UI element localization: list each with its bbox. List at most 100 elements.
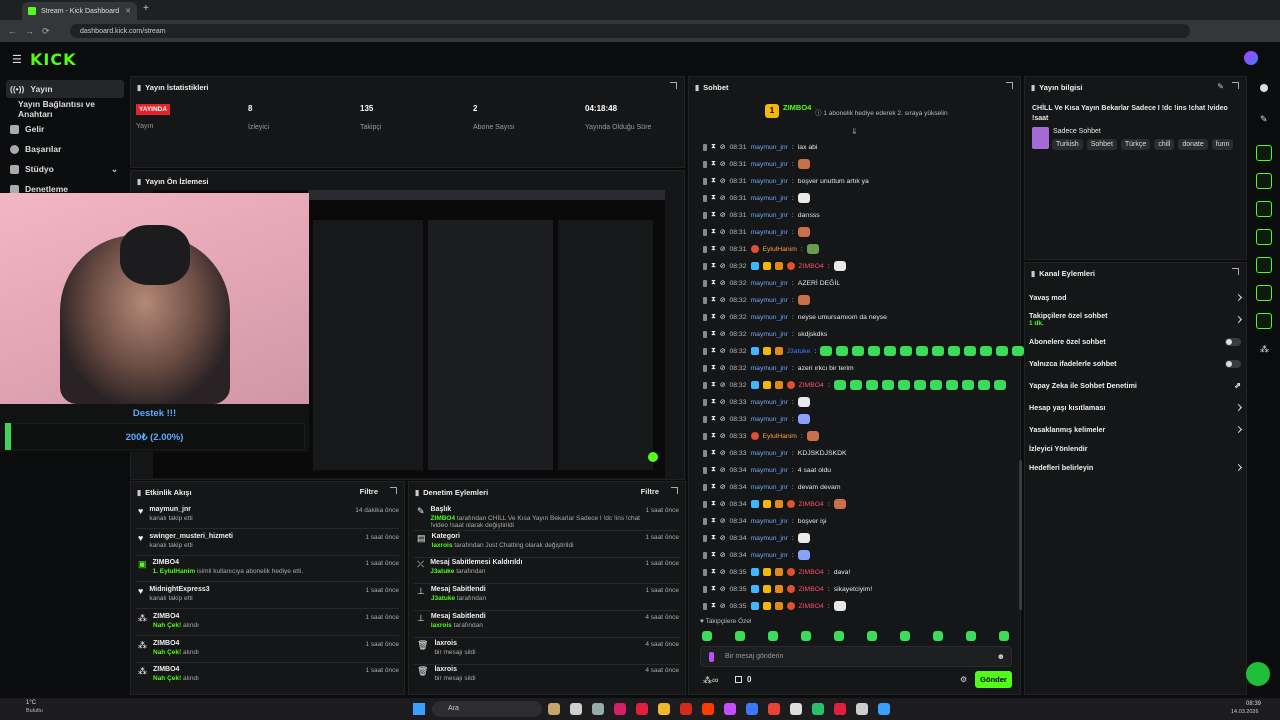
timeout-icon[interactable]: ⧗ xyxy=(711,551,716,559)
ban-icon[interactable]: ⊘ xyxy=(720,449,726,457)
new-tab-icon[interactable]: + xyxy=(143,3,149,14)
moderation-item[interactable]: ⊥ Mesaj Sabitlendi J3atuke tarafından xyxy=(417,586,657,602)
activity-item[interactable]: ▣ ZIMBO4 1. EylulHanim isimli kullanıcıya … xyxy=(138,559,303,575)
taskbar-app-icon[interactable] xyxy=(746,703,758,715)
timeout-icon[interactable]: ⧗ xyxy=(711,194,716,202)
chat-username[interactable]: ZIMBO4 xyxy=(799,263,824,270)
channel-action[interactable]: Yapay Zeka ile Sohbet Denetimi ⇗ xyxy=(1029,381,1241,390)
chat-username[interactable]: ZIMBO4 xyxy=(799,569,824,576)
pin-icon[interactable] xyxy=(703,517,707,525)
rail-button-6[interactable] xyxy=(1256,285,1272,301)
activity-item[interactable]: ♥ maymun_jnr kanalı takip etti xyxy=(138,506,193,522)
chat-message[interactable]: ⧗ ⊘ 08:34 ZIMBO4: xyxy=(703,497,846,511)
chat-message[interactable]: ⧗ ⊘ 08:35 ZIMBO4: xyxy=(703,599,846,613)
ban-icon[interactable]: ⊘ xyxy=(720,211,726,219)
taskbar-search[interactable]: Ara xyxy=(432,701,542,717)
ban-icon[interactable]: ⊘ xyxy=(720,500,726,508)
filter-button[interactable]: Filtre xyxy=(641,487,659,496)
activity-name[interactable]: ZIMBO4 xyxy=(153,640,199,647)
timeout-icon[interactable]: ⧗ xyxy=(711,228,716,236)
emote-icon[interactable] xyxy=(735,631,745,641)
external-link-icon[interactable]: ⇗ xyxy=(1234,381,1241,390)
ban-icon[interactable]: ⊘ xyxy=(720,432,726,440)
channel-action[interactable]: Hesap yaşı kısıtlaması xyxy=(1029,403,1243,412)
chat-message[interactable]: ⧗ ⊘ 08:33 EylulHanim: xyxy=(703,429,819,443)
pin-icon[interactable] xyxy=(703,364,707,372)
chat-message[interactable]: ⧗ ⊘ 08:32 maymun_jnr: xyxy=(703,293,810,307)
timeout-icon[interactable]: ⧗ xyxy=(711,262,716,270)
ban-icon[interactable]: ⊘ xyxy=(720,194,726,202)
timeout-icon[interactable]: ⧗ xyxy=(711,534,716,542)
chat-message[interactable]: ⧗ ⊘ 08:31 maymun_jnr: xyxy=(703,225,810,239)
moderation-item[interactable]: 🗑 laxrois bir mesajı sildi xyxy=(417,666,657,682)
chat-username[interactable]: maymun_jnr xyxy=(751,399,788,406)
chat-username[interactable]: ZIMBO4 xyxy=(799,382,824,389)
nav-buttons[interactable]: ←→⟳ xyxy=(8,26,58,37)
pin-icon[interactable] xyxy=(703,194,707,202)
rail-button-4[interactable] xyxy=(1256,229,1272,245)
timeout-icon[interactable]: ⧗ xyxy=(711,279,716,287)
avatar[interactable] xyxy=(1244,51,1258,65)
channel-action[interactable]: Yavaş mod xyxy=(1029,293,1243,302)
edit-icon[interactable]: ✎ xyxy=(1217,82,1224,91)
chat-message[interactable]: ⧗ ⊘ 08:32 maymun_jnr: AZERİ DEĞİL xyxy=(703,276,840,290)
chat-message[interactable]: ⧗ ⊘ 08:33 maymun_jnr: xyxy=(703,412,810,426)
ban-icon[interactable]: ⊘ xyxy=(720,245,726,253)
emote-icon[interactable] xyxy=(801,631,811,641)
pencil-icon[interactable]: ✎ xyxy=(1260,114,1268,125)
tag[interactable]: donate xyxy=(1178,139,1208,150)
activity-item[interactable]: ⁂ ZIMBO4 Nah Çek! alındı xyxy=(138,666,199,682)
pin-icon[interactable] xyxy=(703,568,707,576)
taskbar-app-icon[interactable] xyxy=(768,703,780,715)
ban-icon[interactable]: ⊘ xyxy=(720,313,726,321)
chat-scrollbar[interactable] xyxy=(1019,460,1022,610)
chat-message[interactable]: ⧗ ⊘ 08:31 EylulHanim: xyxy=(703,242,819,256)
pin-icon[interactable] xyxy=(703,432,707,440)
emote-icon[interactable] xyxy=(900,631,910,641)
chat-username[interactable]: EylulHanim xyxy=(763,433,797,440)
taskbar-app-icon[interactable] xyxy=(614,703,626,715)
timeout-icon[interactable]: ⧗ xyxy=(711,330,716,338)
timeout-icon[interactable]: ⧗ xyxy=(711,483,716,491)
url-input[interactable]: dashboard.kick.com/stream xyxy=(70,24,1190,38)
chat-username[interactable]: maymun_jnr xyxy=(751,365,788,372)
emote-icon[interactable] xyxy=(999,631,1009,641)
timeout-icon[interactable]: ⧗ xyxy=(711,364,716,372)
chat-message[interactable]: ⧗ ⊘ 08:34 maymun_jnr: xyxy=(703,531,810,545)
expand-icon[interactable] xyxy=(1232,82,1239,89)
channel-action[interactable]: Yalnızca ifadelerle sohbet xyxy=(1029,359,1241,368)
activity-name[interactable]: ZIMBO4 xyxy=(153,559,304,566)
chevron-right-icon[interactable] xyxy=(1234,463,1243,472)
toggle-switch[interactable] xyxy=(1225,359,1241,368)
pin-icon[interactable] xyxy=(703,228,707,236)
pin-icon[interactable] xyxy=(703,466,707,474)
chat-username[interactable]: maymun_jnr xyxy=(751,484,788,491)
taskbar-app-icon[interactable] xyxy=(680,703,692,715)
moderation-item[interactable]: 🗑 laxrois bir mesajı sildi xyxy=(417,640,657,656)
more-tools-icon[interactable]: ⁂ xyxy=(1260,344,1269,355)
activity-name[interactable]: swinger_musteri_hizmeti xyxy=(149,533,233,540)
chat-username[interactable]: maymun_jnr xyxy=(751,518,788,525)
chat-username[interactable]: maymun_jnr xyxy=(751,280,788,287)
chat-message[interactable]: ⧗ ⊘ 08:33 maymun_jnr: KDJSKDJSKDK xyxy=(703,446,847,460)
chat-username[interactable]: ZIMBO4 xyxy=(799,501,824,508)
moderation-item[interactable]: ✎ Başlık ZIMBO4 tarafından CHİLL Ve Kısa Y… xyxy=(417,506,657,529)
expand-icon[interactable] xyxy=(670,82,677,89)
pin-icon[interactable] xyxy=(703,483,707,491)
chat-username[interactable]: maymun_jnr xyxy=(751,144,788,151)
timeout-icon[interactable]: ⧗ xyxy=(711,568,716,576)
timeout-icon[interactable]: ⧗ xyxy=(711,381,716,389)
kick-logo[interactable]: KICK xyxy=(30,50,77,69)
pin-icon[interactable] xyxy=(703,296,707,304)
ban-icon[interactable]: ⊘ xyxy=(720,364,726,372)
taskbar-app-icon[interactable] xyxy=(548,703,560,715)
chevron-right-icon[interactable] xyxy=(1234,315,1243,323)
rail-button-1[interactable] xyxy=(1256,145,1272,161)
expand-icon[interactable] xyxy=(671,487,678,494)
timeout-icon[interactable]: ⧗ xyxy=(711,160,716,168)
timeout-icon[interactable]: ⧗ xyxy=(711,602,716,610)
mic-icon[interactable] xyxy=(709,652,714,662)
activity-name[interactable]: maymun_jnr xyxy=(149,506,192,513)
sidebar-item-gelir[interactable]: Gelir xyxy=(6,120,124,138)
chat-message[interactable]: ⧗ ⊘ 08:31 maymun_jnr: boşver unuttum artık y… xyxy=(703,174,869,188)
